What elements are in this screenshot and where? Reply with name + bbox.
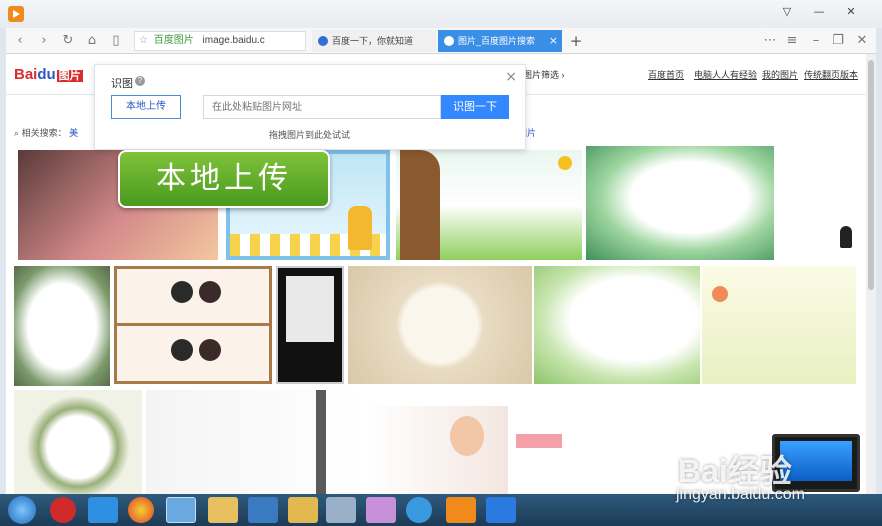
image-thumb[interactable] [14, 266, 110, 386]
panel-divider [117, 323, 269, 326]
bookmark-star-icon[interactable]: ☆ [139, 35, 148, 46]
related-item[interactable]: 美 [69, 128, 78, 138]
browser-toolbar: ‹ › ↻ ⌂ ▯ ☆ 百度图片 image.baidu.c 百度一下，你就知道… [6, 28, 876, 54]
tab-close-icon[interactable]: × [549, 30, 558, 52]
tree-trunk [400, 150, 440, 260]
app-icon-round-blue[interactable] [406, 497, 432, 523]
image-thumb[interactable] [146, 390, 364, 494]
close-browser-icon[interactable]: ✕ [852, 31, 872, 51]
player-app-icon[interactable] [8, 6, 24, 22]
hamburger-menu-icon[interactable]: ≡ [782, 31, 802, 51]
local-upload-button[interactable]: 本地上传 [111, 95, 181, 119]
baidu-image-logo[interactable]: Baidu 图片 [14, 66, 83, 83]
cartoon-head [171, 281, 193, 303]
active-browser-icon[interactable] [166, 497, 196, 523]
sun-icon [558, 156, 572, 170]
chrome-icon[interactable] [128, 497, 154, 523]
image-thumb[interactable] [368, 406, 508, 494]
link-baidu-home[interactable]: 百度首页 [648, 68, 684, 81]
window-titlebar: ▽ — ✕ [0, 0, 882, 28]
flower-figure [712, 286, 728, 302]
cartoon-head [171, 339, 193, 361]
pink-title-graphic [516, 434, 562, 448]
image-thumb[interactable] [586, 146, 774, 260]
minimize-icon[interactable]: – [806, 31, 826, 51]
search-icon: ⌕ [14, 128, 20, 138]
baidu-paw-icon [318, 36, 328, 46]
address-bar[interactable]: ☆ 百度图片 image.baidu.c [134, 31, 306, 51]
restore-icon[interactable]: ❐ [828, 31, 848, 51]
player-icon[interactable] [446, 497, 476, 523]
app-icon-gray[interactable] [326, 497, 356, 523]
baidu-paw-icon [444, 36, 454, 46]
image-thumb[interactable] [276, 266, 344, 384]
tab-baidu-home[interactable]: 百度一下，你就知道 [312, 30, 436, 52]
baidu-image-page: Baidu 图片 图片筛选 › 百度首页 电脑人人有经验 我的图片 传统翻页版本 … [6, 54, 876, 494]
upload-callout-bubble: 本地上传 [118, 150, 330, 208]
image-thumb[interactable] [348, 266, 532, 384]
back-icon[interactable]: ‹ [10, 31, 30, 51]
folder-icon[interactable] [288, 497, 318, 523]
app-icon-red[interactable] [50, 497, 76, 523]
portrait-face [450, 416, 484, 456]
cartoon-head [199, 339, 221, 361]
paint-icon[interactable] [366, 497, 396, 523]
app-icon-grid[interactable] [486, 497, 516, 523]
logo-pic-label: 图片 [56, 70, 83, 82]
tab-label: 图片_百度图片搜索 [458, 36, 536, 46]
image-thumb[interactable] [534, 266, 700, 384]
close-icon[interactable]: × [505, 69, 517, 85]
image-thumb[interactable] [702, 266, 856, 384]
related-searches: ⌕ 相关搜索： 美 [14, 126, 78, 139]
logo-paw: du [37, 66, 56, 83]
image-thumb[interactable] [14, 390, 142, 494]
page-scrollbar-thumb[interactable] [868, 60, 874, 290]
related-label: 相关搜索： [21, 128, 67, 138]
image-thumb[interactable] [396, 150, 582, 260]
new-tab-icon[interactable]: + [566, 31, 586, 51]
tab-baidu-images[interactable]: 图片_百度图片搜索 × [438, 30, 562, 52]
tab-label: 百度一下，你就知道 [332, 36, 414, 46]
address-url: image.baidu.c [202, 35, 265, 46]
image-thumb[interactable] [782, 150, 862, 260]
cat-silhouette [840, 226, 852, 248]
watermark-url: jingyan.baidu.com [676, 486, 805, 503]
drag-hint-text: 拖拽图片到此处试试 [269, 130, 351, 140]
link-classic-pagination[interactable]: 传统翻页版本 [804, 68, 858, 81]
start-button-icon[interactable] [8, 496, 36, 524]
reading-mode-icon[interactable]: ▯ [106, 31, 126, 51]
minimize-icon[interactable]: — [808, 4, 830, 20]
image-url-input[interactable] [203, 95, 441, 119]
app-icon-yellow[interactable] [208, 497, 238, 523]
image-filter-link[interactable]: 图片筛选 › [523, 68, 565, 81]
dropdown-arrow-icon[interactable]: ▽ [776, 4, 798, 20]
address-site-name: 百度图片 [153, 35, 194, 46]
bamboo-stalk [316, 390, 326, 494]
home-icon[interactable]: ⌂ [82, 31, 102, 51]
giraffe-figure [348, 206, 372, 250]
forward-icon[interactable]: › [34, 31, 54, 51]
app-icon-blue[interactable] [248, 497, 278, 523]
close-window-icon[interactable]: ✕ [840, 4, 862, 20]
link-user-menu[interactable]: 电脑人人有经验 [694, 68, 757, 81]
help-icon[interactable]: ? [135, 76, 145, 86]
photo-window [286, 276, 334, 342]
image-thumb[interactable] [114, 266, 272, 384]
image-recognition-popup: 识图 ? × 本地上传 识图一下 拖拽图片到此处试试 [94, 64, 526, 150]
ie-browser-icon[interactable] [88, 497, 118, 523]
refresh-icon[interactable]: ↻ [58, 31, 78, 51]
popup-title: 识图 [111, 78, 133, 90]
link-my-images[interactable]: 我的图片 [762, 68, 798, 81]
cartoon-head [199, 281, 221, 303]
more-menu-icon[interactable]: ⋯ [760, 31, 780, 51]
image-thumb[interactable] [512, 430, 568, 494]
recognize-button[interactable]: 识图一下 [441, 95, 509, 119]
logo-text: Bai [14, 66, 38, 83]
filter-label: 图片筛选 [523, 70, 560, 80]
